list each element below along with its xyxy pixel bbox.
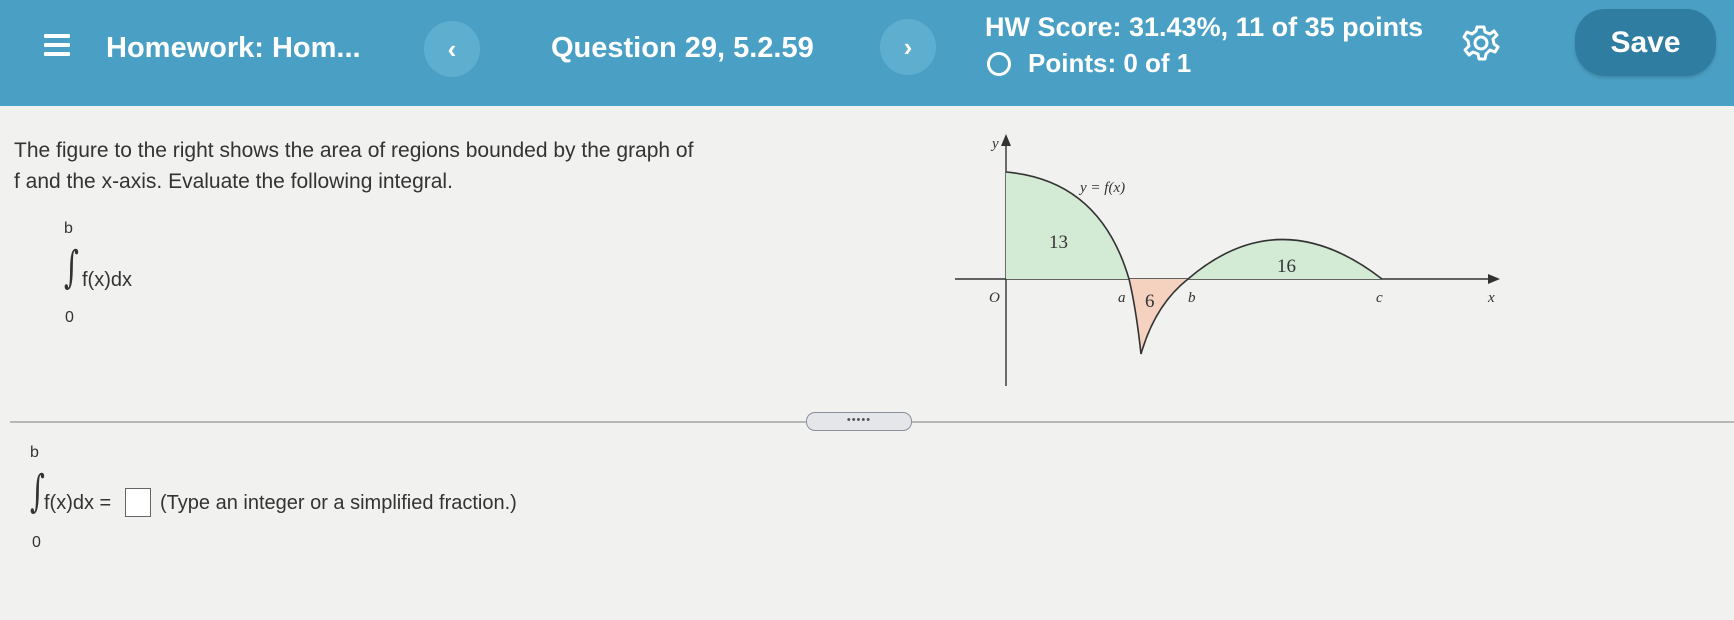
divider-drag-handle[interactable]: ••••• [806,412,912,431]
x-axis-arrow [1488,274,1500,284]
point-b-label: b [1188,290,1196,306]
point-c-label: c [1376,290,1383,306]
next-question-button[interactable]: › [880,19,936,75]
hw-score: HW Score: 31.43%, 11 of 35 points [985,12,1424,42]
integral-lower-limit: 0 [65,309,74,326]
integral-sign: ∫ [64,242,79,293]
region-6-fill [1129,279,1188,354]
integral-expression: b ∫ f(x)dx 0 [56,220,216,328]
answer-hint: (Type an integer or a simplified fractio… [160,492,517,514]
answer-upper-limit: b [30,444,39,461]
gear-icon[interactable] [1460,22,1500,62]
y-axis-arrow [1001,134,1011,146]
y-axis-label: y [990,136,999,152]
question-prompt: The figure to the right shows the area o… [14,139,694,193]
x-axis-label: x [1487,290,1495,306]
origin-label: O [989,290,1000,306]
points-label: Points: 0 of 1 [1028,48,1192,78]
region-16-label: 16 [1277,256,1296,277]
answer-lower-limit: 0 [32,534,41,551]
header-bar: Homework: Hom... ‹ Question 29, 5.2.59 ›… [0,0,1734,106]
integral-integrand: f(x)dx [82,269,132,291]
question-label: Question 29, 5.2.59 [551,32,814,64]
menu-icon[interactable] [44,34,70,56]
points-status: Points: 0 of 1 [987,48,1191,79]
function-label: y = f(x) [1078,180,1125,196]
answer-integral-sign: ∫ [30,466,45,517]
region-13-label: 13 [1049,232,1068,253]
previous-question-button[interactable]: ‹ [424,21,480,77]
save-button[interactable]: Save [1575,9,1716,76]
point-a-label: a [1118,290,1126,306]
homework-title: Homework: Hom... [106,32,361,64]
region-6-label: 6 [1145,291,1155,312]
integral-upper-limit: b [64,220,73,237]
function-graph: y x O y = f(x) a b c 13 6 16 [955,134,1500,386]
answer-integrand: f(x)dx = [44,492,112,514]
answer-row: b ∫ f(x)dx = (Type an integer or a simpl… [24,440,824,560]
circle-icon [987,51,1011,76]
answer-input[interactable] [125,488,151,517]
